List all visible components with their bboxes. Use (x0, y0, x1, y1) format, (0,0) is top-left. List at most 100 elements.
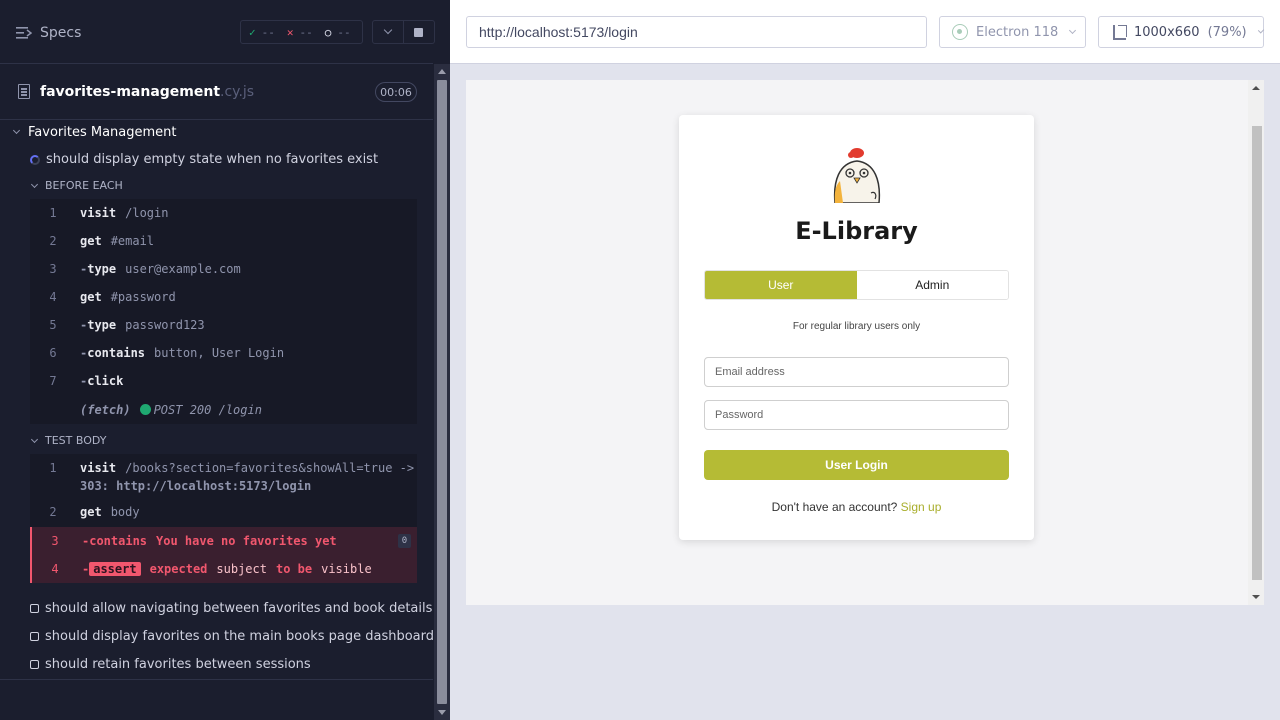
assert-expected: expected (149, 562, 208, 576)
command-name-text: type (87, 318, 117, 332)
test-body-title[interactable]: TEST BODY (30, 434, 107, 447)
command-number: 2 (49, 234, 57, 248)
command-name: visit/books?section=favorites&showAll=tr… (80, 461, 414, 475)
pending-test-item[interactable]: should display favorites on the main boo… (30, 629, 434, 644)
failed-command-row[interactable]: 3 contains You have no favorites yet 0 (30, 527, 417, 555)
login-card: E-Library User Admin For regular library… (679, 115, 1034, 540)
command-name: get body (80, 505, 140, 519)
command-name-text: visit (80, 461, 117, 475)
email-field[interactable]: Email address (704, 357, 1009, 387)
pending-test-title: should allow navigating between favorite… (45, 601, 433, 616)
app-title: E-Library (795, 217, 918, 245)
aut-preview-panel: http://localhost:5173/login Electron 118… (450, 0, 1280, 720)
suite-title[interactable]: Favorites Management (12, 124, 177, 140)
file-icon (18, 84, 30, 99)
divider (0, 679, 433, 680)
hook-title-text: TEST BODY (45, 434, 107, 447)
scroll-down-icon[interactable] (1252, 595, 1260, 599)
viewport-zoom: (79%) (1207, 24, 1247, 40)
command-name: get #password (80, 290, 176, 304)
stop-button[interactable] (403, 20, 435, 44)
command-name-text: contains (89, 534, 148, 548)
chevron-down-icon (1069, 26, 1077, 35)
scroll-down-icon[interactable] (438, 710, 446, 715)
spec-file-name[interactable]: favorites-management.cy.js (40, 84, 254, 100)
role-toggle: User Admin (704, 270, 1009, 300)
command-name: click (80, 374, 123, 388)
assert-subject: subject (216, 562, 267, 576)
command-name: contains You have no favorites yet (82, 527, 336, 555)
url-bar[interactable]: http://localhost:5173/login (466, 16, 927, 48)
browser-name: Electron 118 (976, 24, 1059, 40)
command-number: 1 (49, 206, 57, 220)
pending-test-item[interactable]: should allow navigating between favorite… (30, 601, 432, 616)
passed-count: -- (261, 25, 275, 39)
reporter-header: Specs ✓ -- ✕ -- ○ -- (0, 0, 435, 64)
ruler-icon (1113, 24, 1127, 40)
role-note: For regular library users only (792, 321, 921, 332)
stop-icon (414, 27, 423, 37)
command-number: 7 (49, 374, 57, 388)
collapse-all-button[interactable] (372, 20, 404, 44)
specs-label[interactable]: Specs (40, 25, 81, 41)
command-name-text: contains (87, 346, 146, 360)
viewport-size: 1000x660 (1133, 24, 1200, 40)
scroll-up-icon[interactable] (1252, 86, 1260, 90)
preview-toolbar: http://localhost:5173/login Electron 118… (450, 0, 1280, 64)
chicken-logo-icon (827, 141, 887, 203)
command-number: 3 (49, 262, 57, 276)
scroll-up-icon[interactable] (438, 69, 446, 74)
pending-test-icon (30, 632, 39, 641)
specs-list-icon[interactable] (16, 26, 32, 40)
fetch-message: POST 200 /login (153, 403, 262, 417)
command-message: body (110, 505, 140, 519)
command-message: /books?section=favorites&showAll=true -> (125, 461, 415, 475)
failed-icon: ✕ (286, 25, 294, 39)
command-message: /login (125, 206, 169, 220)
password-field[interactable]: Password (704, 400, 1009, 430)
pending-test-item[interactable]: should retain favorites between sessions (30, 657, 311, 672)
hook-title-text: BEFORE EACH (45, 179, 123, 192)
before-each-hook-title[interactable]: BEFORE EACH (30, 179, 123, 192)
command-log-panel: Specs ✓ -- ✕ -- ○ -- favorites-managemen… (0, 0, 450, 720)
pending-test-icon (30, 604, 39, 613)
scrollbar-thumb[interactable] (1252, 126, 1262, 580)
running-spinner-icon (30, 154, 40, 165)
passed-icon: ✓ (249, 25, 256, 39)
command-message: POST 200 /login (139, 403, 262, 417)
running-test-title[interactable]: should display empty state when no favor… (30, 152, 378, 167)
command-name: type user@example.com (80, 262, 241, 276)
spec-extension: .cy.js (220, 84, 255, 100)
command-number: 3 (51, 534, 59, 548)
status-dot-icon (139, 404, 151, 415)
command-name-text: (fetch) (80, 403, 131, 417)
chevron-down-icon (1257, 27, 1265, 34)
command-name: (fetch) POST 200 /login (80, 403, 262, 417)
spec-duration: 00:06 (375, 82, 417, 102)
browser-selector[interactable]: Electron 118 (939, 16, 1086, 48)
user-login-button[interactable]: User Login (704, 450, 1009, 480)
assert-tag: assert (89, 562, 141, 576)
viewport-info-button[interactable]: 1000x660 (79%) (1098, 16, 1265, 48)
before-each-commands: 1 visit/login 2 get #email 3 type user@exa… (30, 199, 417, 424)
element-count-badge: 0 (398, 534, 411, 548)
command-message: password123 (125, 318, 205, 332)
scrollbar-thumb[interactable] (437, 80, 447, 704)
command-name: get #email (80, 234, 154, 248)
running-test-text: should display empty state when no favor… (46, 152, 379, 167)
command-message-line2: 303: http://localhost:5173/login (80, 479, 312, 493)
command-name-text: get (80, 234, 102, 248)
tab-admin[interactable]: Admin (856, 271, 1008, 299)
signup-link[interactable]: Sign up (901, 500, 942, 514)
reporter-scrollbar[interactable] (434, 64, 450, 720)
signup-prompt-text: Don't have an account? (771, 500, 898, 514)
suite-title-text: Favorites Management (28, 124, 177, 140)
tab-user[interactable]: User (705, 271, 857, 299)
electron-icon (952, 24, 968, 40)
failed-assert-row[interactable]: 4 assert expected subject to be visible (30, 555, 417, 583)
failed-count: -- (299, 25, 313, 39)
assert-to-be: to be (275, 562, 313, 576)
app-scrollbar[interactable] (1248, 80, 1264, 605)
signup-prompt: Don't have an account? Sign up (679, 500, 1034, 514)
command-name-text: click (87, 374, 124, 388)
